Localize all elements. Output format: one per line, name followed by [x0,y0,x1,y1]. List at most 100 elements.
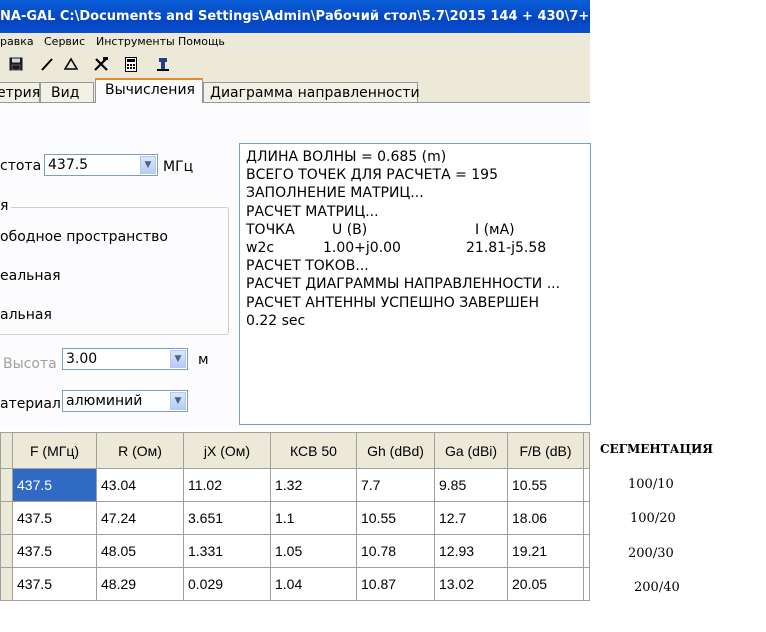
material-value: алюминий [66,393,143,409]
frequency-label: стота [0,158,42,174]
table-cell [583,534,590,568]
table-cell[interactable]: 10.55 [507,468,584,502]
output-line: РАСЧЕТ МАТРИЦ... [246,203,379,220]
table-cell[interactable]: 7.7 [356,468,435,502]
table-cell[interactable]: 1.1 [270,501,357,535]
table-cell [583,468,590,502]
table-cell[interactable]: 12.93 [434,534,508,568]
table-header-row: F (МГц) R (Ом) jX (Ом) КСВ 50 Gh (dBd) G… [0,432,590,469]
table-cell[interactable]: 18.06 [507,501,584,535]
ground-option-real[interactable]: альная [0,307,52,323]
menu-service[interactable]: Сервис [44,33,85,50]
chevron-down-icon[interactable]: ▼ [170,392,186,410]
frequency-combo[interactable]: 437.5 ▼ [44,154,158,176]
tab-geometry[interactable]: етрия [0,82,40,102]
column-header[interactable]: R (Ом) [96,432,184,469]
table-cell[interactable]: 1.331 [183,534,271,568]
ground-option-free-space[interactable]: ободное пространство [0,229,168,245]
ground-option-ideal[interactable]: еальная [0,268,61,284]
material-label: атериал [0,396,61,412]
output-line: ЗАПОЛНЕНИЕ МАТРИЦ... [246,185,424,202]
antenna-icon[interactable] [152,53,174,75]
current-col-label: I (мА) [475,221,515,238]
table-cell[interactable]: 437.5 [12,468,97,502]
table-row[interactable]: 437.5 43.04 11.02 1.32 7.7 9.85 10.55 [0,468,590,502]
menu-tools[interactable]: Инструменты [96,33,175,50]
table-cell[interactable]: 0.029 [183,567,271,601]
table-row[interactable]: 437.5 48.29 0.029 1.04 10.87 13.02 20.05 [0,567,590,601]
menu-edit[interactable]: равка [0,33,34,50]
output-line: ДЛИНА ВОЛНЫ = 0.685 (m) [246,149,447,165]
column-header[interactable]: Gh (dBd) [356,432,435,469]
save-icon[interactable] [5,53,27,75]
table-cell[interactable]: 48.05 [96,534,184,568]
tab-strip: етрия Вид Вычисления Диаграмма направлен… [0,78,590,103]
row-header[interactable] [0,468,13,502]
calculations-panel: стота 437.5 ▼ МГц я ободное пространство… [0,102,591,430]
column-header[interactable]: F (МГц) [12,432,97,469]
row-header[interactable] [0,567,13,601]
table-cell[interactable]: 3.651 [183,501,271,535]
table-cell[interactable]: 20.05 [507,567,584,601]
output-line: 0.22 sec [246,312,306,329]
height-combo[interactable]: 3.00 ▼ [62,348,188,370]
column-header[interactable]: jX (Ом) [183,432,271,469]
chevron-down-icon[interactable]: ▼ [170,350,186,368]
table-cell[interactable]: 48.29 [96,567,184,601]
row-header-corner [0,432,13,469]
tools-icon[interactable] [90,53,112,75]
table-cell[interactable]: 19.21 [507,534,584,568]
calculator-icon[interactable] [120,53,142,75]
frequency-value: 437.5 [48,157,89,173]
ground-group-label: я [0,198,12,214]
column-header [583,432,590,469]
table-cell[interactable]: 13.02 [434,567,508,601]
tab-radiation-pattern[interactable]: Диаграмма направленности [203,82,420,102]
table-cell[interactable]: 437.5 [12,534,97,568]
table-cell[interactable]: 9.85 [434,468,508,502]
line-icon[interactable] [36,53,58,75]
voltage-col-label: U (В) [332,221,368,238]
column-header[interactable]: КСВ 50 [270,432,357,469]
table-cell[interactable]: 10.55 [356,501,435,535]
row-header[interactable] [0,534,13,568]
row-header[interactable] [0,501,13,535]
table-cell[interactable]: 1.05 [270,534,357,568]
chevron-down-icon[interactable]: ▼ [140,156,156,174]
segmentation-value: 200/40 [634,580,680,595]
height-label: Высота [3,356,57,372]
table-cell[interactable]: 47.24 [96,501,184,535]
point-col-label: ТОЧКА [246,221,295,238]
point-current: 21.81-j5.58 [466,240,547,256]
segmentation-value: 100/20 [630,511,676,526]
menu-help[interactable]: Помощь [178,33,225,50]
table-cell [583,567,590,601]
table-cell[interactable]: 1.32 [270,468,357,502]
calculation-output: ДЛИНА ВОЛНЫ = 0.685 (m) ВСЕГО ТОЧЕК ДЛЯ … [239,143,591,425]
table-row[interactable]: 437.5 47.24 3.651 1.1 10.55 12.7 18.06 [0,501,590,535]
frequency-unit: МГц [163,159,194,175]
table-cell[interactable]: 437.5 [12,501,97,535]
results-table: F (МГц) R (Ом) jX (Ом) КСВ 50 Gh (dBd) G… [0,432,590,601]
tab-calculations[interactable]: Вычисления [95,78,203,103]
table-cell[interactable]: 10.87 [356,567,435,601]
table-cell[interactable]: 1.04 [270,567,357,601]
table-cell[interactable]: 11.02 [183,468,271,502]
table-cell[interactable]: 437.5 [12,567,97,601]
segmentation-header: СЕГМЕНТАЦИЯ [600,442,713,456]
material-combo[interactable]: алюминий ▼ [62,390,188,412]
table-cell[interactable]: 43.04 [96,468,184,502]
output-line: ВСЕГО ТОЧЕК ДЛЯ РАСЧЕТА = 195 [246,167,498,184]
window-title: NA-GAL C:\Documents and Settings\Admin\Р… [0,9,590,24]
tab-view[interactable]: Вид [40,82,94,102]
table-cell[interactable]: 12.7 [434,501,508,535]
segmentation-value: 100/10 [628,477,674,492]
triangle-icon[interactable] [60,53,82,75]
table-cell[interactable]: 10.78 [356,534,435,568]
height-unit: м [198,352,209,368]
column-header[interactable]: Ga (dBi) [434,432,508,469]
column-header[interactable]: F/B (dB) [507,432,584,469]
table-row[interactable]: 437.5 48.05 1.331 1.05 10.78 12.93 19.21 [0,534,590,568]
output-line: РАСЧЕТ ДИАГРАММЫ НАПРАВЛЕННОСТИ ... [246,276,561,293]
title-bar: NA-GAL C:\Documents and Settings\Admin\Р… [0,0,590,33]
